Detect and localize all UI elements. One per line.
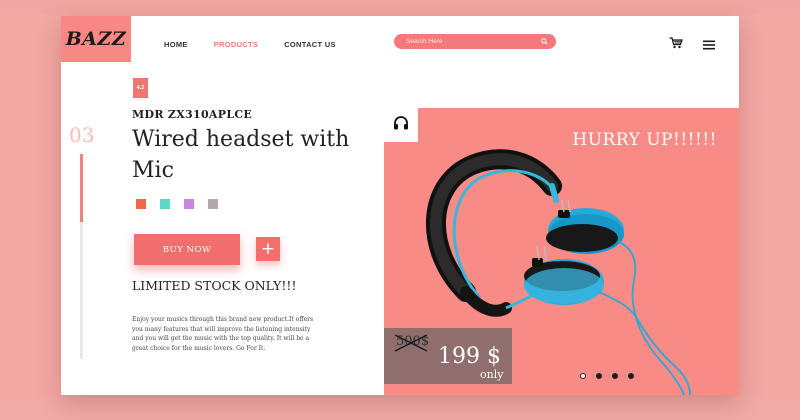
product-title: Wired headset with Mic: [132, 127, 350, 183]
main-nav: HOME PRODUCTS CONTACT US: [164, 40, 336, 49]
color-swatch-gray[interactable]: [208, 199, 218, 209]
carousel-dot[interactable]: [580, 373, 586, 379]
background-band-top: [0, 0, 800, 14]
slide-progress-fill: [80, 154, 83, 222]
carousel-dot[interactable]: [596, 373, 602, 379]
nav-home[interactable]: HOME: [164, 40, 188, 49]
price-note: only: [480, 368, 504, 381]
add-to-cart-button[interactable]: +: [256, 237, 280, 261]
color-swatches: [136, 199, 218, 209]
carousel-dot[interactable]: [628, 373, 634, 379]
headphones-icon[interactable]: [393, 115, 409, 135]
product-description: Enjoy your musics through this brand new…: [132, 316, 314, 352]
stock-note: LIMITED STOCK ONLY!!!: [132, 278, 297, 293]
strike-through-mark: [394, 334, 428, 352]
brand-logo: BAZZ: [65, 28, 127, 50]
logo-box[interactable]: BAZZ: [61, 16, 131, 62]
search-input[interactable]: [394, 37, 538, 46]
color-swatch-teal[interactable]: [160, 199, 170, 209]
search-icon[interactable]: [538, 36, 550, 48]
new-price: 199 $: [438, 344, 501, 369]
hero-tab: [384, 108, 418, 142]
nav-contact-us[interactable]: CONTACT US: [284, 40, 336, 49]
carousel-dots: [580, 373, 634, 379]
background-band-bottom: [0, 398, 800, 420]
menu-icon[interactable]: [703, 37, 715, 50]
hero-banner: HURRY UP!!!!!! 199 $ only: [384, 108, 739, 395]
slide-progress-track: [80, 154, 83, 359]
cart-icon[interactable]: [669, 36, 683, 49]
product-card: BAZZ HOME PRODUCTS CONTACT US 03 4.2 MDR…: [61, 16, 739, 395]
search-bar: [394, 34, 556, 49]
promo-headline: HURRY UP!!!!!!: [572, 130, 717, 150]
rating-badge: 4.2: [133, 78, 148, 98]
color-swatch-orange[interactable]: [136, 199, 146, 209]
carousel-dot[interactable]: [612, 373, 618, 379]
price-box: 500$ 199 $ only: [384, 328, 512, 384]
nav-products[interactable]: PRODUCTS: [214, 40, 259, 49]
color-swatch-purple[interactable]: [184, 199, 194, 209]
buy-now-button[interactable]: BUY NOW: [134, 234, 240, 265]
product-model: MDR ZX310APLCE: [132, 108, 253, 121]
slide-number: 03: [69, 123, 95, 147]
